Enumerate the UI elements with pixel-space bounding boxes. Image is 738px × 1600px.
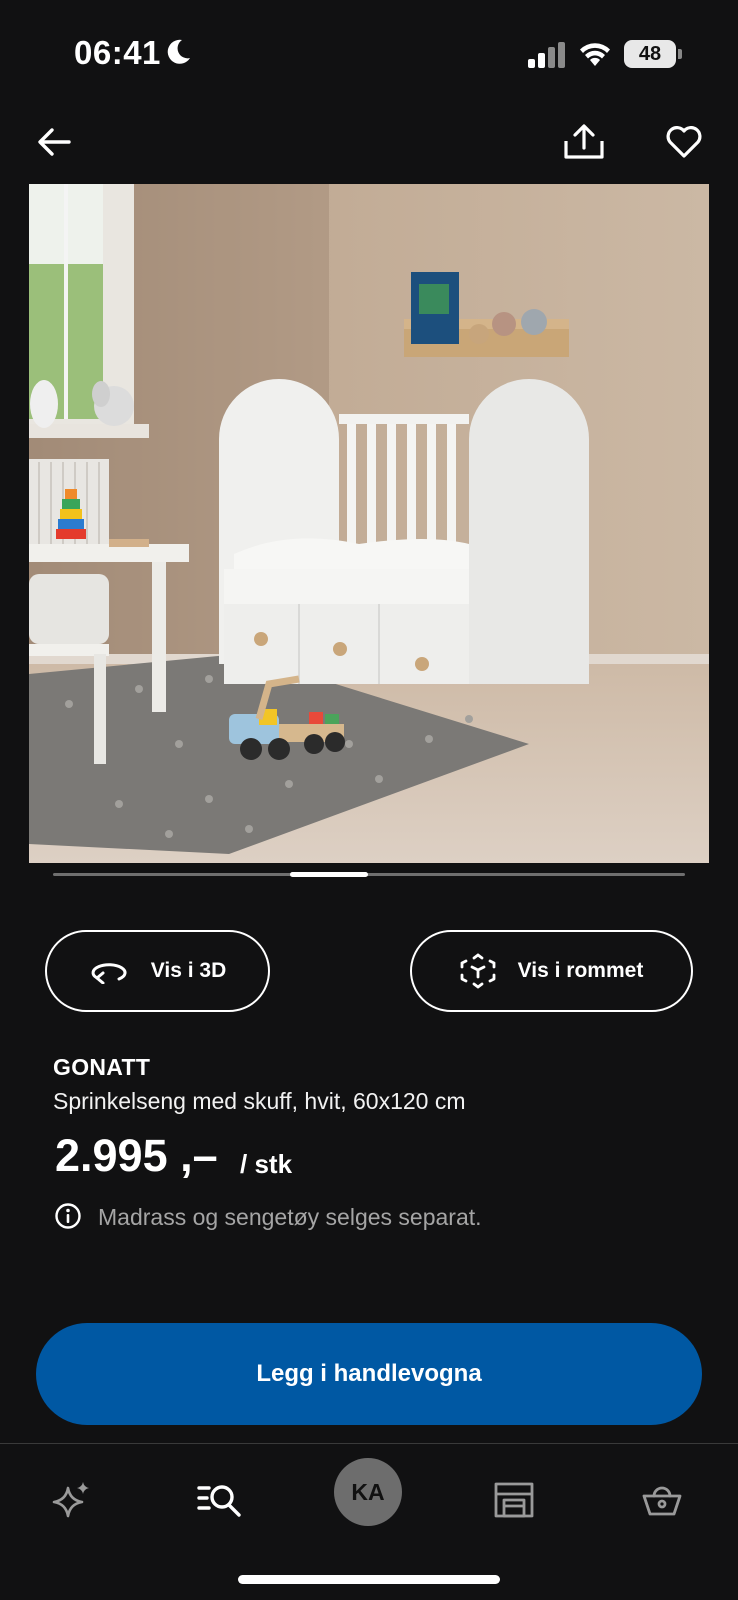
profile-initials: KA: [351, 1478, 385, 1505]
crib-photo: [29, 184, 709, 863]
tab-basket[interactable]: [630, 1468, 694, 1532]
tab-profile[interactable]: KA: [334, 1458, 402, 1526]
search-list-icon: [197, 1485, 241, 1517]
share-button[interactable]: [560, 118, 608, 166]
wifi-icon: [580, 43, 610, 66]
info-icon: [55, 1203, 81, 1229]
price-unit: / stk: [240, 1149, 293, 1179]
status-bar: 06:41 48: [0, 0, 738, 110]
product-brand: GONATT: [53, 1054, 151, 1080]
sparkle-icon: [52, 1482, 89, 1518]
share-icon: [564, 124, 604, 159]
rotate-3d-icon: [91, 963, 127, 984]
product-image[interactable]: [29, 184, 709, 863]
battery-indicator: 48: [624, 40, 676, 68]
store-icon: [494, 1482, 534, 1518]
view-in-room-button[interactable]: Vis i rommet: [410, 930, 693, 1012]
tab-stores[interactable]: [482, 1468, 546, 1532]
favourite-button[interactable]: [660, 118, 708, 166]
carousel-track: [53, 873, 685, 876]
back-button[interactable]: [30, 118, 78, 166]
add-to-cart-label: Legg i handlevogna: [256, 1360, 482, 1387]
view-in-room-label: Vis i rommet: [517, 959, 644, 982]
basket-icon: [642, 1486, 682, 1516]
view-3d-label: Vis i 3D: [150, 959, 227, 982]
product-description: Sprinkelseng med skuff, hvit, 60x120 cm: [53, 1088, 466, 1114]
add-to-cart-button[interactable]: Legg i handlevogna: [36, 1323, 702, 1425]
status-time: 06:41: [74, 34, 161, 71]
arrow-left-icon: [38, 128, 71, 156]
home-indicator: [238, 1575, 500, 1584]
heart-icon: [666, 126, 702, 158]
ar-cube-icon: [460, 953, 496, 989]
battery-tip: [678, 49, 682, 59]
carousel-indicator: [290, 872, 368, 877]
moon-icon: [167, 39, 190, 64]
view-3d-button[interactable]: Vis i 3D: [45, 930, 270, 1012]
tab-inspiration[interactable]: [40, 1468, 104, 1532]
tab-search[interactable]: [188, 1468, 252, 1532]
product-info-note: Madrass og sengetøy selges separat.: [98, 1204, 482, 1230]
product-price: 2.995 ,–: [55, 1130, 218, 1181]
signal-icon: [528, 42, 565, 68]
